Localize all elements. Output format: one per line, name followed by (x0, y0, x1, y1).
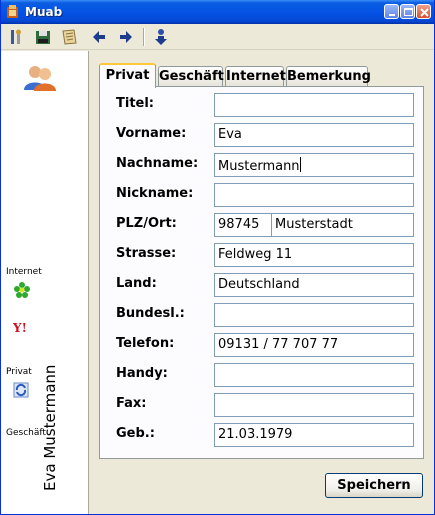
label-vorname: Vorname: (116, 126, 187, 141)
window-title: Muab (25, 5, 63, 19)
plz-field[interactable]: 98745 (214, 213, 272, 237)
svg-text:Y!: Y! (13, 321, 27, 335)
sidebar-label-privat[interactable]: Privat (6, 367, 32, 377)
label-fax: Fax: (116, 396, 147, 411)
text-caret (299, 157, 301, 172)
label-land: Land: (116, 276, 157, 291)
geburtstag-field[interactable]: 21.03.1979 (214, 423, 414, 447)
download-icon[interactable] (151, 27, 171, 47)
save-disk-icon[interactable] (33, 27, 53, 47)
nickname-field[interactable] (214, 183, 414, 207)
label-bundesland: Bundesl.: (116, 306, 185, 321)
notes-icon[interactable] (59, 27, 79, 47)
sync-icon[interactable] (13, 382, 29, 401)
arrow-right-icon[interactable] (116, 27, 136, 47)
close-button[interactable] (416, 4, 431, 19)
main-window: Muab Internet Y! Privat Geschäft Eva Mus… (0, 0, 435, 515)
sidebar-label-geschaeft[interactable]: Geschäft (6, 428, 46, 438)
label-geburtstag: Geb.: (116, 426, 155, 441)
tab-geschaeft[interactable]: Geschäft (158, 66, 224, 87)
app-icon (5, 4, 20, 19)
label-handy: Handy: (116, 366, 168, 381)
vorname-field[interactable]: Eva (214, 123, 414, 147)
label-strasse: Strasse: (116, 246, 177, 261)
label-titel: Titel: (116, 96, 155, 111)
label-nachname: Nachname: (116, 156, 199, 171)
land-field[interactable]: Deutschland (214, 273, 414, 297)
label-telefon: Telefon: (116, 336, 175, 351)
tab-internet[interactable]: Internet (225, 66, 286, 87)
nachname-value: Mustermann (218, 159, 300, 174)
title-bar[interactable]: Muab (1, 0, 434, 24)
maximize-button[interactable] (400, 4, 415, 19)
icq-flower-icon[interactable] (14, 282, 30, 301)
handy-field[interactable] (214, 363, 414, 387)
sidebar-label-internet[interactable]: Internet (6, 267, 42, 277)
toolbar (1, 24, 434, 50)
tab-privat[interactable]: Privat (99, 63, 156, 88)
fax-field[interactable] (214, 393, 414, 417)
minimize-button[interactable] (384, 4, 399, 19)
ort-field[interactable]: Musterstadt (271, 213, 414, 237)
tab-panel-privat: Titel: Vorname: Eva Nachname: Mustermann… (99, 86, 424, 459)
contact-name-vertical: Eva Mustermann (41, 364, 59, 491)
telefon-field[interactable]: 09131 / 77 707 77 (214, 333, 414, 357)
nachname-field[interactable]: Mustermann (214, 153, 414, 177)
label-plz-ort: PLZ/Ort: (116, 216, 177, 231)
save-button[interactable]: Speichern (325, 473, 423, 498)
contacts-icon[interactable] (23, 64, 57, 95)
tab-bemerkung[interactable]: Bemerkung (286, 66, 371, 87)
label-nickname: Nickname: (116, 186, 194, 201)
arrow-left-icon[interactable] (89, 27, 109, 47)
toolbar-separator (143, 28, 145, 46)
strasse-field[interactable]: Feldweg 11 (214, 243, 414, 267)
sidebar: Internet Y! Privat Geschäft Eva Musterma… (1, 51, 89, 514)
titel-field[interactable] (214, 93, 414, 117)
tools-icon[interactable] (7, 27, 27, 47)
bundesland-field[interactable] (214, 303, 414, 327)
yahoo-icon[interactable]: Y! (12, 321, 31, 338)
